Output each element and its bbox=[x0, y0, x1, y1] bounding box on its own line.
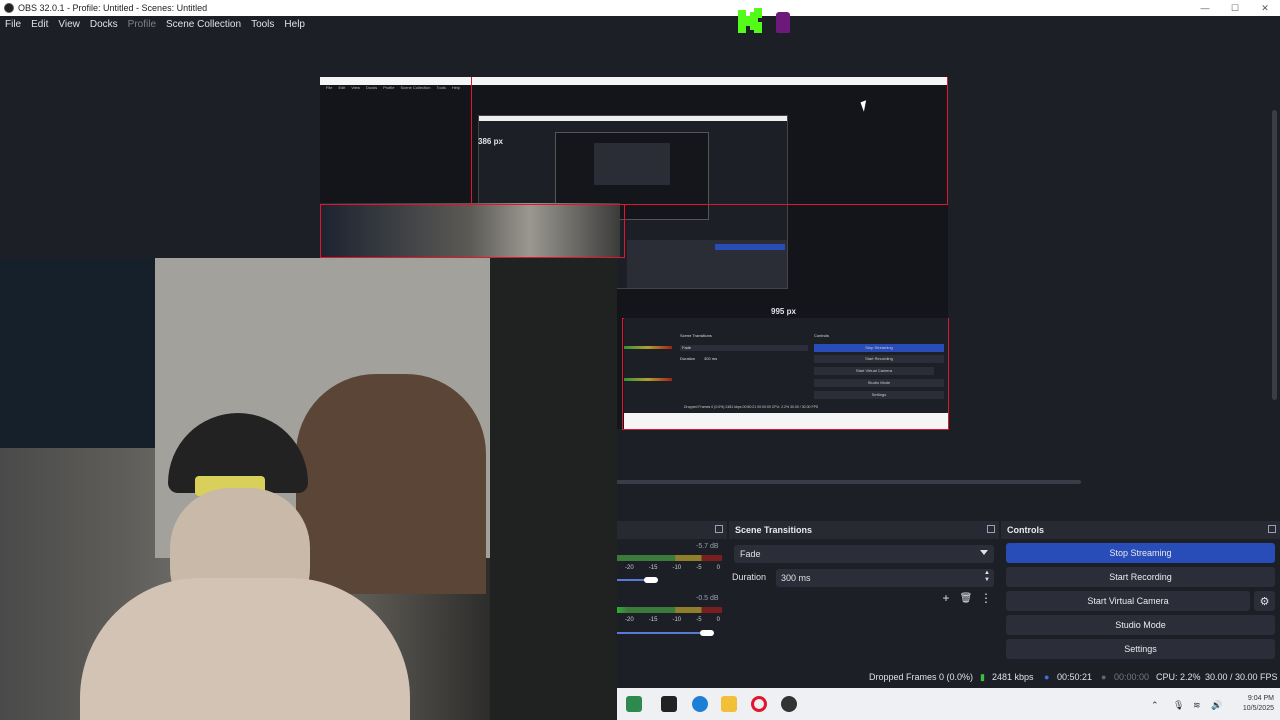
menu-edit[interactable]: Edit bbox=[26, 19, 53, 30]
size-label-995: 995 px bbox=[771, 307, 796, 316]
menu-docks[interactable]: Docks bbox=[85, 19, 123, 30]
dark-curtain bbox=[490, 258, 617, 720]
edge-icon[interactable] bbox=[692, 696, 708, 712]
close-button[interactable]: ✕ bbox=[1250, 0, 1280, 16]
more-options-icon[interactable]: ⋮ bbox=[979, 591, 993, 605]
wifi-icon[interactable]: ≋ bbox=[1193, 700, 1201, 711]
stream-live-icon: ● bbox=[1044, 672, 1050, 682]
volume-slider-2[interactable] bbox=[617, 632, 713, 634]
signal-bars-icon: ▮ bbox=[980, 672, 985, 682]
preview-horizontal-scrollbar[interactable] bbox=[616, 480, 1081, 484]
status-bar: Dropped Frames 0 (0.0%) ▮ 2481 kbps ● 00… bbox=[617, 668, 1280, 688]
record-icon: ● bbox=[1101, 672, 1107, 682]
stream-time: 00:50:21 bbox=[1057, 672, 1093, 682]
controls-header: Controls bbox=[1001, 521, 1280, 539]
menu-bar: File Edit View Docks Profile Scene Colle… bbox=[0, 16, 1280, 33]
background-furniture bbox=[296, 374, 486, 594]
clock-time: 9:04 PM bbox=[1247, 695, 1274, 702]
scene-transitions-title: Scene Transitions bbox=[735, 525, 813, 535]
wall-tapestry bbox=[0, 258, 170, 448]
transition-value: Fade bbox=[740, 549, 761, 559]
settings-button[interactable]: Settings bbox=[1006, 639, 1275, 659]
scene-transitions-header: Scene Transitions bbox=[729, 521, 999, 539]
dock-float-icon[interactable] bbox=[1268, 525, 1276, 533]
size-label-386: 386 px bbox=[478, 137, 503, 146]
spinner-arrows-icon[interactable]: ▲ ▼ bbox=[984, 570, 990, 584]
selection-frame-webcam bbox=[320, 204, 625, 258]
volume-slider-2-knob[interactable] bbox=[700, 630, 714, 636]
dock-float-icon[interactable] bbox=[715, 525, 723, 533]
taskbar-clock[interactable]: 9:04 PM 10/5/2025 bbox=[1243, 694, 1274, 714]
record-time: 00:00:00 bbox=[1114, 672, 1150, 682]
mic-icon[interactable]: 🎙 bbox=[1173, 700, 1184, 711]
virtual-camera-settings-gear-icon[interactable]: ⚙ bbox=[1254, 591, 1275, 611]
webcam-video-source[interactable] bbox=[0, 258, 617, 720]
nested-docks: Scene Transitions Controls Fade Duration… bbox=[624, 318, 948, 413]
volume-slider-1-knob[interactable] bbox=[644, 577, 658, 583]
meter-scale-1: -20 -15 -10 -5 0 bbox=[625, 565, 720, 571]
duration-input[interactable]: 300 ms ▲ ▼ bbox=[776, 569, 994, 587]
menu-help[interactable]: Help bbox=[279, 19, 310, 30]
obs-icon[interactable] bbox=[781, 696, 797, 712]
menu-view[interactable]: View bbox=[53, 19, 85, 30]
torso bbox=[80, 578, 410, 720]
meter-scale-2: -20 -15 -10 -5 0 bbox=[625, 617, 720, 623]
duration-value: 300 ms bbox=[781, 573, 811, 583]
menu-scene-collection[interactable]: Scene Collection bbox=[161, 19, 246, 30]
volume-meter-2 bbox=[617, 607, 722, 613]
add-icon[interactable]: + bbox=[939, 591, 953, 605]
window-titlebar: OBS 32.0.1 - Profile: Untitled - Scenes:… bbox=[0, 0, 1280, 16]
window-controls: — ☐ ✕ bbox=[1190, 0, 1280, 16]
studio-mode-button[interactable]: Studio Mode bbox=[1006, 615, 1275, 635]
clock-date: 10/5/2025 bbox=[1242, 705, 1274, 712]
mixer-db-1: -5.7 dB bbox=[696, 543, 719, 550]
volume-icon[interactable]: 🔊 bbox=[1211, 700, 1222, 711]
menu-tools[interactable]: Tools bbox=[246, 19, 279, 30]
mixer-db-2: -0.5 dB bbox=[696, 595, 719, 602]
chevron-down-icon bbox=[980, 550, 988, 555]
trash-icon[interactable]: 🗑 bbox=[959, 591, 973, 605]
dock-float-icon[interactable] bbox=[987, 525, 995, 533]
cpu-usage: CPU: 2.2% bbox=[1156, 672, 1201, 682]
selection-frame-top bbox=[471, 77, 948, 205]
opera-icon[interactable] bbox=[751, 696, 767, 712]
preview-vertical-scrollbar[interactable] bbox=[1272, 110, 1277, 400]
menu-profile[interactable]: Profile bbox=[123, 19, 161, 30]
start-recording-button[interactable]: Start Recording bbox=[1006, 567, 1275, 587]
terminal-icon[interactable] bbox=[661, 696, 677, 712]
nested-taskbar bbox=[624, 413, 948, 429]
volume-meter-1 bbox=[617, 555, 722, 561]
audio-mixer-header bbox=[617, 521, 727, 539]
start-virtual-camera-button[interactable]: Start Virtual Camera bbox=[1006, 591, 1250, 611]
minimize-button[interactable]: — bbox=[1190, 0, 1220, 16]
tray-chevron-icon[interactable]: ⌃ bbox=[1151, 700, 1159, 711]
controls-title: Controls bbox=[1007, 525, 1044, 535]
bitrate: 2481 kbps bbox=[992, 672, 1034, 682]
camera-app-icon[interactable] bbox=[626, 696, 642, 712]
duration-label: Duration bbox=[732, 572, 767, 582]
transition-select[interactable]: Fade bbox=[734, 545, 994, 563]
window-title: OBS 32.0.1 - Profile: Untitled - Scenes:… bbox=[18, 3, 208, 13]
fps-readout: 30.00 / 30.00 FPS bbox=[1205, 672, 1278, 682]
stop-streaming-button[interactable]: Stop Streaming bbox=[1006, 543, 1275, 563]
windows-taskbar: ⌃ 🎙 ≋ 🔊 9:04 PM 10/5/2025 bbox=[617, 688, 1280, 720]
obs-logo-icon bbox=[4, 3, 14, 13]
menu-file[interactable]: File bbox=[0, 19, 26, 30]
maximize-button[interactable]: ☐ bbox=[1220, 0, 1250, 16]
folder-icon[interactable] bbox=[721, 696, 737, 712]
dropped-frames: Dropped Frames 0 (0.0%) bbox=[869, 672, 974, 682]
